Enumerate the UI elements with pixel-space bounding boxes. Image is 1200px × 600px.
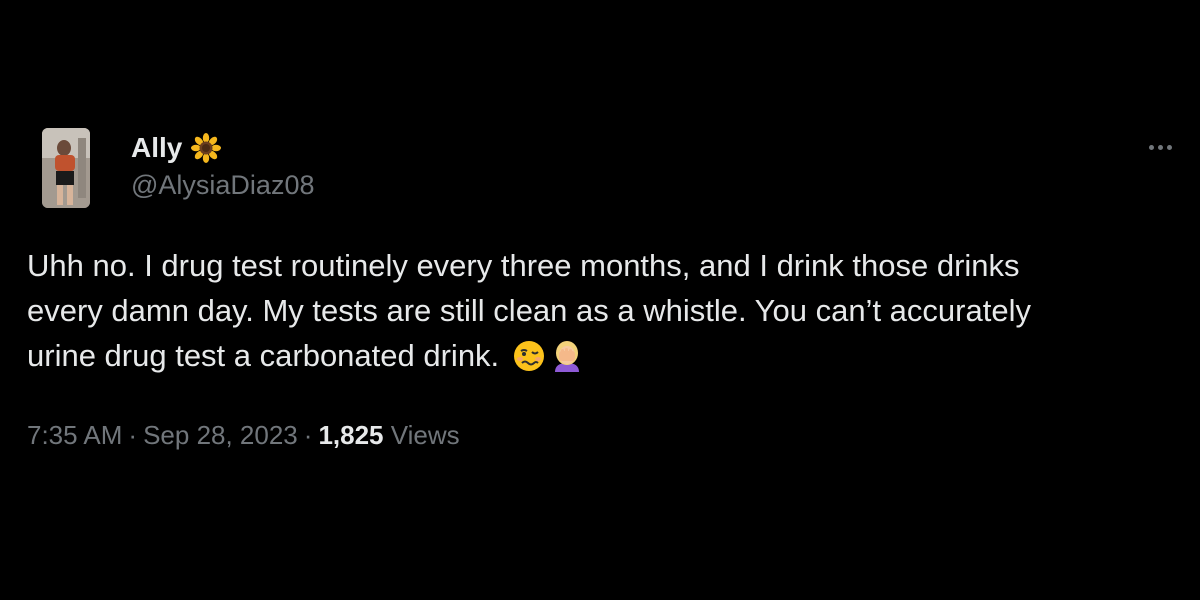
author-info: Ally @AlysiaDiaz08 <box>131 128 314 201</box>
more-dot <box>1148 144 1154 150</box>
name-row: Ally <box>131 128 314 168</box>
avatar[interactable] <box>42 128 90 208</box>
tweet-card: Ally @AlysiaDiaz08 Uhh no. I drug test r… <box>0 0 1200 600</box>
woman-facepalming-icon <box>550 339 584 373</box>
tweet-date[interactable]: Sep 28, 2023 <box>143 420 298 450</box>
tweet-text-line: Uhh no. I drug test routinely every thre… <box>27 248 1020 283</box>
meta-separator: · <box>303 420 313 450</box>
tweet-time[interactable]: 7:35 AM <box>27 420 122 450</box>
views-label[interactable]: Views <box>391 420 460 450</box>
tweet-meta: 7:35 AM · Sep 28, 2023 · 1,825 Views <box>27 420 460 451</box>
tweet-text-line-content: urine drug test a carbonated drink. <box>27 338 500 373</box>
tweet-text-line: every damn day. My tests are still clean… <box>27 293 1031 328</box>
avatar-image <box>42 128 90 208</box>
tweet-text: Uhh no. I drug test routinely every thre… <box>27 243 1187 378</box>
user-handle[interactable]: @AlysiaDiaz08 <box>131 170 314 201</box>
display-name[interactable]: Ally <box>131 132 182 164</box>
more-options-button[interactable] <box>1140 134 1180 160</box>
more-dot <box>1157 144 1163 150</box>
woozy-face-icon <box>512 339 546 373</box>
more-dot <box>1166 144 1172 150</box>
meta-separator: · <box>128 420 138 450</box>
sunflower-icon <box>190 132 222 164</box>
views-count[interactable]: 1,825 <box>318 420 383 450</box>
tweet-text-line-last: urine drug test a carbonated drink. <box>27 333 1187 378</box>
